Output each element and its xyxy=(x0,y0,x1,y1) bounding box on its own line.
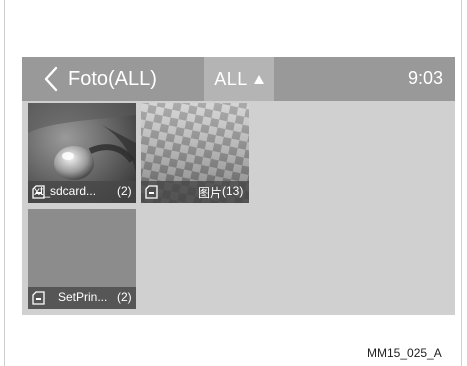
figure-code: MM15_025_A xyxy=(367,346,442,360)
frame-right-line xyxy=(461,0,462,366)
clock: 9:03 xyxy=(407,68,443,88)
back-button[interactable]: Foto(ALL) xyxy=(42,63,190,95)
filter-label: ALL xyxy=(214,68,248,89)
album-count: (13) xyxy=(222,184,244,198)
photo-gallery-screen: Foto(ALL) ALL 9:03 xt_sdcard... (2) 图片 (… xyxy=(22,57,455,315)
album-caption: SetPrin... (2) xyxy=(28,287,136,309)
album-name: SetPrin... xyxy=(58,290,108,304)
chevron-left-icon xyxy=(44,66,58,92)
sd-card-icon xyxy=(32,291,45,305)
album-caption: 图片 (13) xyxy=(141,181,249,203)
caret-up-icon xyxy=(253,74,264,84)
album-count: (2) xyxy=(117,184,132,198)
album-count: (2) xyxy=(117,290,132,304)
frame-left-line xyxy=(4,0,5,366)
album-caption: xt_sdcard... (2) xyxy=(28,181,136,203)
page-title: Foto(ALL) xyxy=(68,67,157,90)
top-bar: Foto(ALL) ALL 9:03 xyxy=(22,57,455,101)
album-name: 图片 xyxy=(198,186,223,200)
album-tile[interactable]: SetPrin... (2) xyxy=(28,209,136,309)
album-tile[interactable]: xt_sdcard... (2) xyxy=(28,103,136,203)
album-name: xt_sdcard... xyxy=(34,184,97,198)
album-tile[interactable]: 图片 (13) xyxy=(141,103,249,203)
filter-dropdown[interactable]: ALL xyxy=(204,57,274,101)
sd-card-icon xyxy=(145,185,158,199)
